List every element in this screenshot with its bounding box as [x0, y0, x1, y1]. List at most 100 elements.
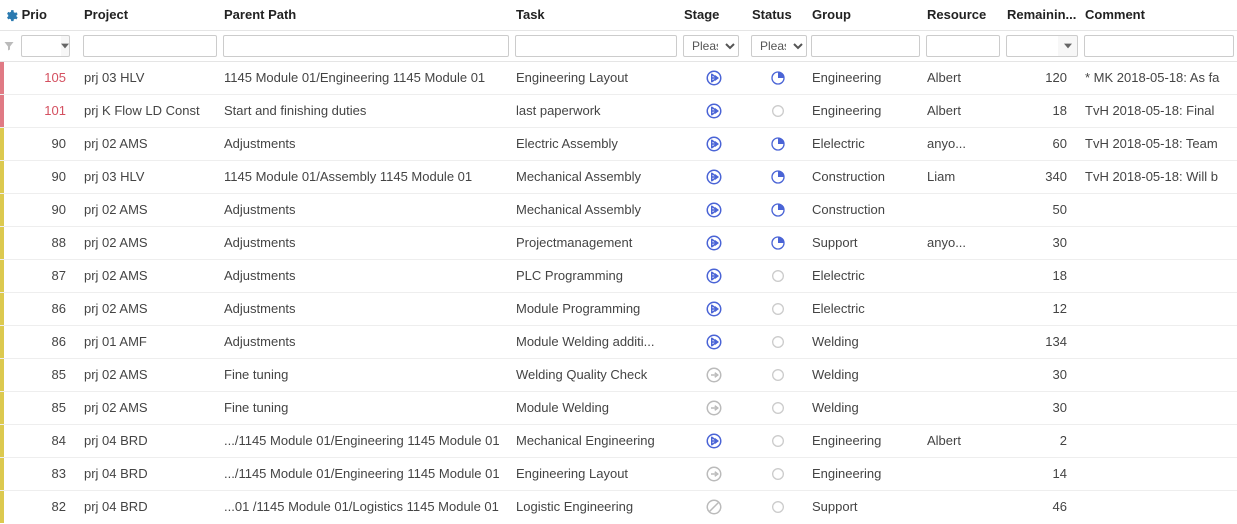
filter-remaining-dropdown[interactable] [1058, 35, 1078, 57]
cell-group: Elelectric [808, 259, 923, 292]
cell-task: last paperwork [512, 94, 680, 127]
cell-stage[interactable] [680, 490, 748, 523]
cell-stage[interactable] [680, 325, 748, 358]
header-task[interactable]: Task [512, 0, 680, 30]
cell-task: Module Programming [512, 292, 680, 325]
cell-status[interactable] [748, 325, 808, 358]
status-empty-icon [770, 432, 786, 447]
cell-parent: Start and finishing duties [220, 94, 512, 127]
cell-status[interactable] [748, 292, 808, 325]
cell-status[interactable] [748, 160, 808, 193]
cell-remaining: 134 [1003, 325, 1081, 358]
cell-parent: Adjustments [220, 259, 512, 292]
cell-stage[interactable] [680, 94, 748, 127]
cell-prio: 90 [52, 202, 66, 217]
filter-group-input[interactable] [811, 35, 920, 57]
status-empty-icon [770, 267, 786, 282]
priority-flag-icon [0, 293, 4, 325]
cell-stage[interactable] [680, 358, 748, 391]
filter-prio-input[interactable] [21, 35, 61, 57]
header-status[interactable]: Status [748, 0, 808, 30]
cell-status[interactable] [748, 424, 808, 457]
cell-status[interactable] [748, 193, 808, 226]
cell-status[interactable] [748, 226, 808, 259]
cell-remaining: 60 [1003, 127, 1081, 160]
filter-prio-dropdown[interactable] [61, 35, 70, 57]
cell-parent: Adjustments [220, 127, 512, 160]
filter-comment-input[interactable] [1084, 35, 1234, 57]
cell-status[interactable] [748, 259, 808, 292]
cell-status[interactable] [748, 358, 808, 391]
cell-task: Projectmanagement [512, 226, 680, 259]
header-row: Prio Project Parent Path Task Stage Stat… [0, 0, 1237, 30]
table-row[interactable]: 86prj 02 AMSAdjustmentsModule Programmin… [0, 292, 1237, 325]
filter-resource-input[interactable] [926, 35, 1000, 57]
cell-project: prj 01 AMF [80, 325, 220, 358]
cell-stage[interactable] [680, 127, 748, 160]
table-row[interactable]: 85prj 02 AMSFine tuningWelding Quality C… [0, 358, 1237, 391]
header-stage[interactable]: Stage [680, 0, 748, 30]
cell-remaining: 120 [1003, 61, 1081, 94]
gear-icon[interactable] [4, 7, 22, 22]
filter-project-input[interactable] [83, 35, 217, 57]
cell-status[interactable] [748, 391, 808, 424]
priority-flag-icon [0, 491, 4, 524]
table-row[interactable]: 83prj 04 BRD.../1145 Module 01/Engineeri… [0, 457, 1237, 490]
cell-group: Engineering [808, 94, 923, 127]
table-row[interactable]: 87prj 02 AMSAdjustmentsPLC ProgrammingEl… [0, 259, 1237, 292]
cell-resource [923, 292, 1003, 325]
cell-stage[interactable] [680, 292, 748, 325]
cell-stage[interactable] [680, 391, 748, 424]
cell-stage[interactable] [680, 457, 748, 490]
header-project[interactable]: Project [80, 0, 220, 30]
table-row[interactable]: 85prj 02 AMSFine tuningModule WeldingWel… [0, 391, 1237, 424]
filter-stage-select[interactable]: Pleas [683, 35, 739, 57]
stage-forbid-icon [705, 498, 723, 513]
funnel-icon[interactable] [3, 38, 19, 53]
cell-project: prj 02 AMS [80, 292, 220, 325]
table-row[interactable]: 90prj 02 AMSAdjustmentsElectric Assembly… [0, 127, 1237, 160]
priority-flag-icon [0, 227, 4, 259]
cell-comment [1081, 457, 1237, 490]
cell-status[interactable] [748, 127, 808, 160]
cell-status[interactable] [748, 61, 808, 94]
table-row[interactable]: 101prj K Flow LD ConstStart and finishin… [0, 94, 1237, 127]
cell-project: prj 04 BRD [80, 490, 220, 523]
filter-remaining-input[interactable] [1006, 35, 1058, 57]
header-group[interactable]: Group [808, 0, 923, 30]
cell-resource: Liam [923, 160, 1003, 193]
table-row[interactable]: 84prj 04 BRD.../1145 Module 01/Engineeri… [0, 424, 1237, 457]
cell-remaining: 30 [1003, 391, 1081, 424]
cell-stage[interactable] [680, 424, 748, 457]
cell-stage[interactable] [680, 160, 748, 193]
cell-status[interactable] [748, 457, 808, 490]
cell-prio: 85 [52, 400, 66, 415]
stage-arrow-blue-icon [705, 333, 723, 348]
cell-status[interactable] [748, 94, 808, 127]
table-row[interactable]: 88prj 02 AMSAdjustmentsProjectmanagement… [0, 226, 1237, 259]
table-row[interactable]: 82prj 04 BRD...01 /1145 Module 01/Logist… [0, 490, 1237, 523]
header-parent[interactable]: Parent Path [220, 0, 512, 30]
header-resource[interactable]: Resource [923, 0, 1003, 30]
cell-stage[interactable] [680, 226, 748, 259]
table-row[interactable]: 90prj 03 HLV1145 Module 01/Assembly 1145… [0, 160, 1237, 193]
table-row[interactable]: 90prj 02 AMSAdjustmentsMechanical Assemb… [0, 193, 1237, 226]
header-prio[interactable]: Prio [22, 7, 47, 22]
cell-stage[interactable] [680, 259, 748, 292]
cell-resource [923, 457, 1003, 490]
table-row[interactable]: 105prj 03 HLV1145 Module 01/Engineering … [0, 61, 1237, 94]
header-remaining[interactable]: Remainin... [1003, 0, 1081, 30]
table-row[interactable]: 86prj 01 AMFAdjustmentsModule Welding ad… [0, 325, 1237, 358]
cell-project: prj 03 HLV [80, 160, 220, 193]
cell-status[interactable] [748, 490, 808, 523]
cell-task: Welding Quality Check [512, 358, 680, 391]
cell-project: prj 02 AMS [80, 193, 220, 226]
cell-comment: TvH 2018-05-18: Will b [1081, 160, 1237, 193]
header-comment[interactable]: Comment [1081, 0, 1237, 30]
cell-stage[interactable] [680, 193, 748, 226]
filter-parent-input[interactable] [223, 35, 509, 57]
filter-task-input[interactable] [515, 35, 677, 57]
priority-flag-icon [0, 392, 4, 424]
filter-status-select[interactable]: Pleas [751, 35, 807, 57]
cell-stage[interactable] [680, 61, 748, 94]
